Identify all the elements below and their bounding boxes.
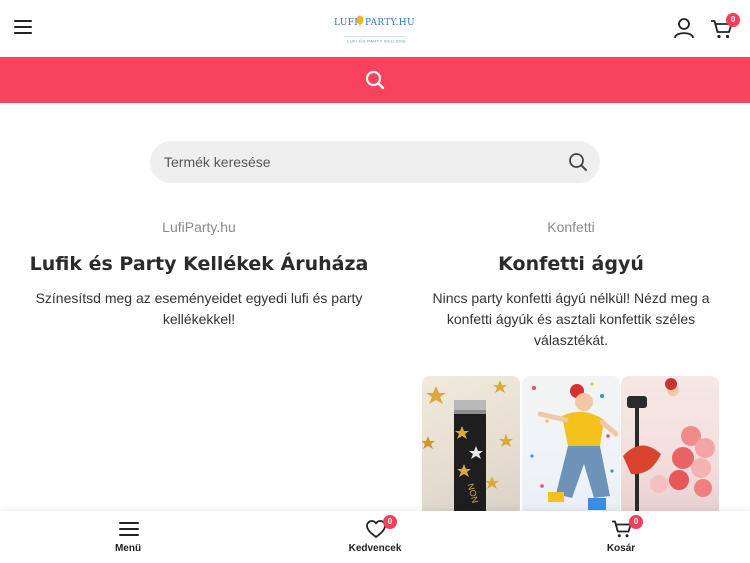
- balloon-decoration-image[interactable]: [621, 376, 719, 516]
- confetti-party-girl-image[interactable]: [522, 376, 620, 516]
- logo-graphic: LUFI PARTY.HU: [334, 15, 415, 28]
- category-block: Konfetti Konfetti ágyú Nincs party konfe…: [422, 218, 720, 351]
- intro-block: LufiParty.hu Lufik és Party Kellékek Áru…: [0, 218, 398, 330]
- cart-count-badge: 0: [629, 515, 643, 529]
- site-logo[interactable]: LUFI PARTY.HU LUFI ÉS PARTY KELLÉKEK: [330, 14, 420, 44]
- svg-text:LUFI ÉS PARTY KELLÉKEK: LUFI ÉS PARTY KELLÉKEK: [347, 39, 406, 44]
- search-input[interactable]: [164, 141, 554, 183]
- tab-cart[interactable]: 0 Kosár: [496, 511, 746, 563]
- site-header: LUFI PARTY.HU LUFI ÉS PARTY KELLÉKEK 0: [0, 0, 750, 57]
- intro-description: Színesítsd meg az eseményeidet egyedi lu…: [35, 290, 363, 327]
- wishlist-count-badge: 0: [383, 515, 397, 529]
- tab-wishlist[interactable]: 0 Kedvencek: [250, 511, 500, 563]
- search-toggle-bar[interactable]: [0, 57, 750, 103]
- category-title[interactable]: Konfetti ágyú: [422, 250, 720, 278]
- confetti-cannon-image[interactable]: NON: [422, 376, 520, 516]
- svg-text:LUFI: LUFI: [334, 18, 358, 28]
- logo-wordmark: LUFI PARTY.HU: [330, 14, 420, 31]
- category-subtitle: Konfetti: [547, 219, 595, 235]
- product-search-box: [150, 141, 600, 183]
- menu-icon: [118, 519, 140, 539]
- bottom-navigation: Menü 0 Kedvencek 0 Kosár: [0, 511, 750, 563]
- cart-count-badge: 0: [726, 13, 740, 27]
- tab-menu[interactable]: Menü: [3, 511, 253, 563]
- intro-subtitle: LufiParty.hu: [162, 219, 236, 235]
- tab-cart-label: Kosár: [606, 543, 636, 554]
- user-account-icon[interactable]: [673, 17, 695, 39]
- search-submit-icon[interactable]: [568, 152, 588, 172]
- svg-text:PARTY.HU: PARTY.HU: [365, 18, 415, 28]
- tab-wishlist-label: Kedvencek: [348, 543, 402, 554]
- intro-title: Lufik és Party Kellékek Áruháza: [29, 253, 369, 275]
- hamburger-menu-icon[interactable]: [14, 20, 32, 36]
- category-description: Nincs party konfetti ágyú nélkül! Nézd m…: [432, 290, 710, 348]
- tab-menu-label: Menü: [114, 543, 142, 554]
- search-icon[interactable]: [365, 70, 385, 90]
- logo-tagline: LUFI ÉS PARTY KELLÉKEK: [344, 36, 408, 45]
- category-image-gallery: NON: [422, 376, 720, 516]
